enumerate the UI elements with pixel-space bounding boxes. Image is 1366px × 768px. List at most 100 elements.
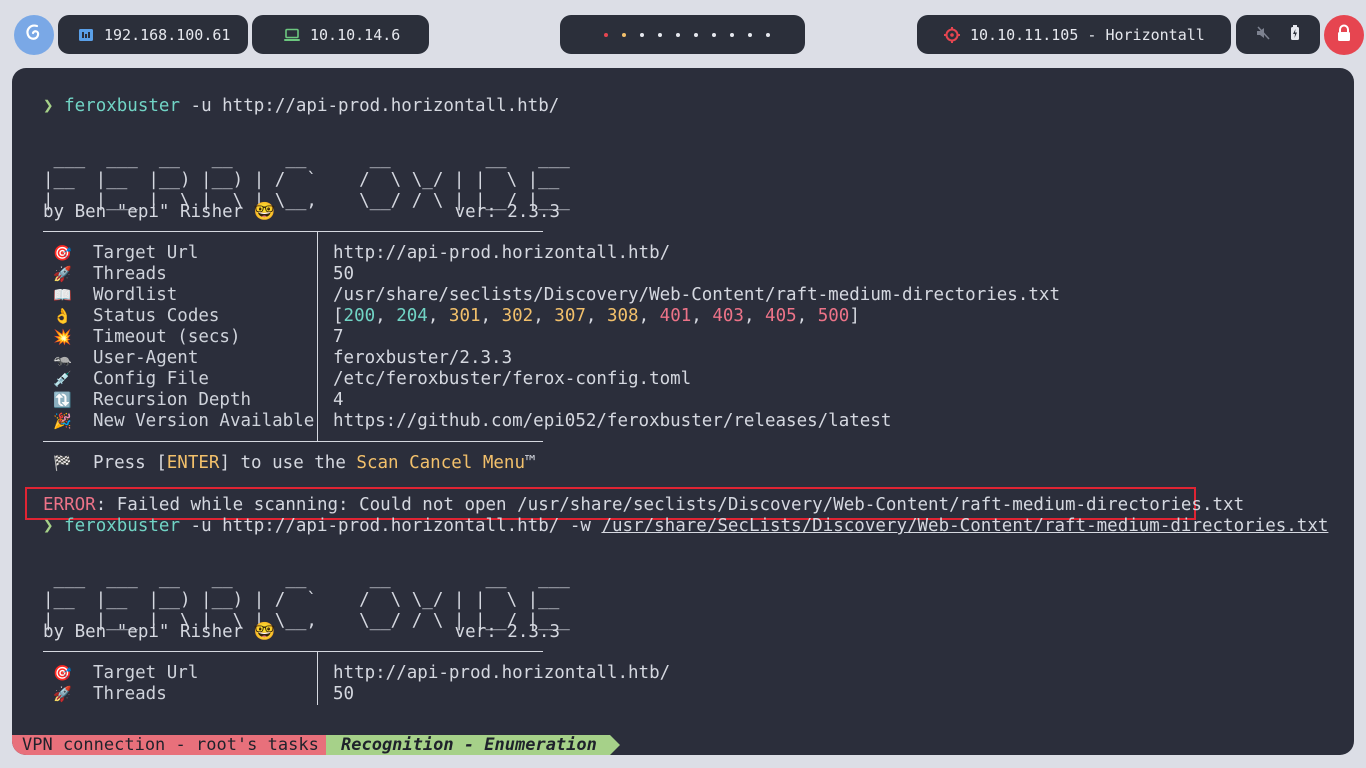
config-row: 🔃 Recursion Depth	[43, 390, 251, 411]
banner-line: |__ |__ |__) |__) | / ` / \ \_/ | | \ |_…	[43, 590, 560, 610]
terminal-window[interactable]: ❯ feroxbuster -u http://api-prod.horizon…	[12, 68, 1354, 755]
banner-line: ___ ___ __ __ __ __ __ ___	[43, 149, 570, 169]
table-column-divider	[317, 232, 318, 441]
target-emoji-icon: 🎯	[53, 244, 72, 262]
enter-key-label: ENTER	[166, 453, 220, 473]
config-value: 7	[333, 327, 344, 347]
byline: by Ben "epi" Risher 🤓 ver: 2.3.3	[43, 202, 560, 222]
config-row: 💉 Config File	[43, 369, 209, 390]
workspace-dot[interactable]	[657, 32, 662, 37]
workspace-dot[interactable]	[729, 32, 734, 37]
command-name: feroxbuster	[64, 96, 180, 116]
status-segment-phase: Recognition - Enumeration	[326, 735, 610, 755]
vpn-ip-text: 10.10.14.6	[310, 25, 401, 44]
status-code: 307	[554, 306, 586, 326]
workspace-indicator[interactable]	[560, 15, 805, 54]
syringe-emoji-icon: 💉	[53, 370, 72, 388]
command-args: -u http://api-prod.horizontall.htb/ -w	[180, 516, 602, 536]
workspace-dot[interactable]	[603, 32, 608, 37]
config-key: Threads	[93, 264, 167, 284]
local-ip-text: 192.168.100.61	[104, 25, 231, 44]
badger-emoji-icon: 🦡	[53, 349, 72, 367]
table-column-divider	[317, 652, 318, 705]
config-value: 4	[333, 390, 344, 410]
config-key: Recursion Depth	[93, 390, 252, 410]
lock-icon	[1336, 24, 1352, 46]
laptop-icon	[284, 28, 300, 42]
vpn-ip-widget[interactable]: 10.10.14.6	[252, 15, 429, 54]
prompt-symbol: ❯	[43, 516, 54, 536]
status-segment-tasks: VPN connection - root's tasks	[12, 735, 326, 755]
error-message: : Failed while scanning: Could not open …	[95, 495, 1245, 515]
app-launcher-button[interactable]	[14, 15, 54, 55]
config-value: http://api-prod.horizontall.htb/	[333, 663, 671, 683]
command-args: -u http://api-prod.horizontall.htb/	[180, 96, 560, 116]
wordlist-path: /usr/share/SecLists/Discovery/Web-Conten…	[601, 516, 1329, 536]
status-code: 200	[343, 306, 376, 326]
workspace-dot[interactable]	[639, 32, 644, 37]
command-line-1: ❯ feroxbuster -u http://api-prod.horizon…	[43, 96, 559, 117]
config-row: 📖 Wordlist	[43, 285, 177, 306]
scan-cancel-menu-label: Scan Cancel Menu	[356, 453, 525, 473]
lock-button[interactable]	[1324, 15, 1364, 55]
config-row: 🚀 Threads	[53, 684, 167, 704]
checkered-flag-icon: 🏁	[53, 454, 72, 472]
workspace-dot[interactable]	[693, 32, 698, 37]
status-code: 308	[606, 306, 639, 326]
byline: by Ben "epi" Risher 🤓 ver: 2.3.3	[43, 622, 560, 642]
network-icon	[78, 27, 94, 43]
config-value: feroxbuster/2.3.3	[333, 348, 513, 368]
local-ip-widget[interactable]: 192.168.100.61	[58, 15, 248, 54]
banner-line: |__ |__ |__) |__) | / ` / \ \_/ | | \ |_…	[43, 170, 560, 190]
command-line-2: ❯ feroxbuster -u http://api-prod.horizon…	[43, 516, 1328, 537]
target-crosshair-icon	[944, 26, 960, 43]
config-row: 🎯 Target Url	[53, 663, 199, 683]
config-row: 🚀 Threads	[43, 264, 167, 285]
config-row: 🦡 User-Agent	[43, 348, 198, 369]
powerline-arrow	[610, 735, 620, 755]
party-emoji-icon: 🎉	[53, 412, 72, 430]
debian-swirl-icon	[24, 22, 44, 48]
workspace-dots	[596, 32, 770, 37]
config-key: Config File	[93, 369, 209, 389]
config-row: 💥 Timeout (secs)	[43, 327, 241, 348]
system-tray[interactable]	[1236, 15, 1320, 54]
table-rule-top	[43, 651, 543, 652]
workspace-dot[interactable]	[675, 32, 680, 37]
workspace-dot[interactable]	[621, 32, 626, 37]
config-row: 🎯 Target Url	[43, 243, 198, 264]
status-code: 204	[396, 306, 428, 326]
config-key: New Version Available	[93, 411, 315, 431]
target-widget[interactable]: 10.10.11.105 - Horizontall	[917, 15, 1231, 54]
workspace-dot[interactable]	[765, 32, 770, 37]
config-value: [200, 204, 301, 302, 307, 308, 401, 403,…	[333, 306, 860, 326]
target-text: 10.10.11.105 - Horizontall	[970, 25, 1205, 44]
banner-line: ___ ___ __ __ __ __ __ ___	[43, 569, 570, 589]
volume-muted-icon[interactable]	[1256, 25, 1270, 44]
status-code: 500	[817, 306, 850, 326]
table-rule-bottom	[43, 441, 543, 442]
config-value: /usr/share/seclists/Discovery/Web-Conten…	[333, 285, 1060, 305]
book-emoji-icon: 📖	[53, 286, 72, 304]
table-rule-top	[43, 231, 543, 232]
command-name: feroxbuster	[64, 516, 180, 536]
config-row: 👌 Status Codes	[43, 306, 219, 327]
error-label: ERROR	[43, 495, 96, 515]
config-key: Target Url	[93, 243, 199, 263]
workspace-dot[interactable]	[711, 32, 716, 37]
target-emoji-icon: 🎯	[53, 664, 72, 682]
prompt-symbol: ❯	[43, 96, 54, 116]
repeat-emoji-icon: 🔃	[53, 391, 72, 409]
rocket-emoji-icon: 🚀	[53, 265, 72, 283]
status-code: 302	[501, 306, 534, 326]
config-value: /etc/feroxbuster/ferox-config.toml	[333, 369, 692, 389]
press-enter-hint: 🏁 Press [ENTER] to use the Scan Cancel Me…	[53, 453, 536, 473]
status-code: 405	[765, 306, 797, 326]
battery-icon[interactable]	[1290, 25, 1300, 44]
rocket-emoji-icon: 🚀	[53, 685, 72, 703]
config-value: https://github.com/epi052/feroxbuster/re…	[333, 411, 892, 431]
status-code: 301	[448, 306, 481, 326]
config-key: Timeout (secs)	[93, 327, 241, 347]
workspace-dot[interactable]	[747, 32, 752, 37]
config-value: 50	[333, 684, 355, 704]
